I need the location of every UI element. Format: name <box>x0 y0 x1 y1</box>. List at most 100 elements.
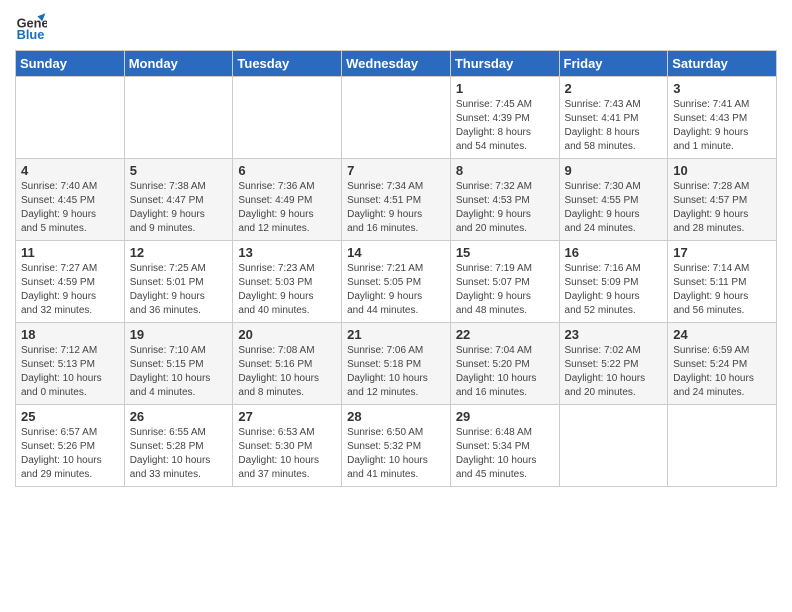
logo-icon: General Blue <box>15 10 47 42</box>
day-info: Sunrise: 7:16 AM Sunset: 5:09 PM Dayligh… <box>565 262 663 318</box>
header: General Blue <box>15 10 777 42</box>
day-cell: 23Sunrise: 7:02 AM Sunset: 5:22 PM Dayli… <box>559 323 668 405</box>
day-info: Sunrise: 7:43 AM Sunset: 4:41 PM Dayligh… <box>565 98 663 154</box>
day-info: Sunrise: 7:12 AM Sunset: 5:13 PM Dayligh… <box>21 344 119 400</box>
day-cell: 6 Sunrise: 7:36 AM Sunset: 4:49 PM Daylig… <box>233 159 342 241</box>
week-row-4: 18 Sunrise: 7:12 AM Sunset: 5:13 PM Dayli… <box>16 323 777 405</box>
day-cell: 5Sunrise: 7:38 AM Sunset: 4:47 PM Daylig… <box>124 159 233 241</box>
day-number: 24 <box>673 327 771 342</box>
day-cell: 10 Sunrise: 7:28 AM Sunset: 4:57 PM Dayli… <box>668 159 777 241</box>
day-number: 8 <box>456 163 554 178</box>
day-info: Sunrise: 7:36 AM Sunset: 4:49 PM Dayligh… <box>238 180 336 236</box>
day-cell <box>124 77 233 159</box>
week-row-5: 25 Sunrise: 6:57 AM Sunset: 5:26 PM Dayli… <box>16 405 777 487</box>
day-cell: 22 Sunrise: 7:04 AM Sunset: 5:20 PM Dayli… <box>450 323 559 405</box>
week-row-1: 1 Sunrise: 7:45 AM Sunset: 4:39 PM Daylig… <box>16 77 777 159</box>
day-info: Sunrise: 7:19 AM Sunset: 5:07 PM Dayligh… <box>456 262 554 318</box>
day-info: Sunrise: 7:08 AM Sunset: 5:16 PM Dayligh… <box>238 344 336 400</box>
day-number: 20 <box>238 327 336 342</box>
day-cell: 14Sunrise: 7:21 AM Sunset: 5:05 PM Dayli… <box>342 241 451 323</box>
day-info: Sunrise: 6:59 AM Sunset: 5:24 PM Dayligh… <box>673 344 771 400</box>
day-cell: 17 Sunrise: 7:14 AM Sunset: 5:11 PM Dayli… <box>668 241 777 323</box>
day-cell: 20 Sunrise: 7:08 AM Sunset: 5:16 PM Dayli… <box>233 323 342 405</box>
day-number: 2 <box>565 81 663 96</box>
header-row: SundayMondayTuesdayWednesdayThursdayFrid… <box>16 51 777 77</box>
day-number: 23 <box>565 327 663 342</box>
day-cell: 16 Sunrise: 7:16 AM Sunset: 5:09 PM Dayli… <box>559 241 668 323</box>
day-info: Sunrise: 7:30 AM Sunset: 4:55 PM Dayligh… <box>565 180 663 236</box>
day-number: 22 <box>456 327 554 342</box>
day-cell: 12 Sunrise: 7:25 AM Sunset: 5:01 PM Dayli… <box>124 241 233 323</box>
day-info: Sunrise: 6:55 AM Sunset: 5:28 PM Dayligh… <box>130 426 228 482</box>
day-info: Sunrise: 7:06 AM Sunset: 5:18 PM Dayligh… <box>347 344 445 400</box>
calendar-table: SundayMondayTuesdayWednesdayThursdayFrid… <box>15 50 777 487</box>
day-number: 26 <box>130 409 228 424</box>
svg-text:Blue: Blue <box>17 27 45 42</box>
day-number: 1 <box>456 81 554 96</box>
day-number: 27 <box>238 409 336 424</box>
day-number: 10 <box>673 163 771 178</box>
day-cell <box>233 77 342 159</box>
day-info: Sunrise: 7:34 AM Sunset: 4:51 PM Dayligh… <box>347 180 445 236</box>
day-info: Sunrise: 7:23 AM Sunset: 5:03 PM Dayligh… <box>238 262 336 318</box>
day-number: 15 <box>456 245 554 260</box>
week-row-2: 4Sunrise: 7:40 AM Sunset: 4:45 PM Daylig… <box>16 159 777 241</box>
col-header-friday: Friday <box>559 51 668 77</box>
day-number: 16 <box>565 245 663 260</box>
day-info: Sunrise: 6:53 AM Sunset: 5:30 PM Dayligh… <box>238 426 336 482</box>
col-header-saturday: Saturday <box>668 51 777 77</box>
day-info: Sunrise: 7:32 AM Sunset: 4:53 PM Dayligh… <box>456 180 554 236</box>
day-cell: 13 Sunrise: 7:23 AM Sunset: 5:03 PM Dayli… <box>233 241 342 323</box>
day-info: Sunrise: 6:48 AM Sunset: 5:34 PM Dayligh… <box>456 426 554 482</box>
day-number: 17 <box>673 245 771 260</box>
day-number: 7 <box>347 163 445 178</box>
day-cell: 2 Sunrise: 7:43 AM Sunset: 4:41 PM Daylig… <box>559 77 668 159</box>
day-info: Sunrise: 6:57 AM Sunset: 5:26 PM Dayligh… <box>21 426 119 482</box>
day-cell: 8 Sunrise: 7:32 AM Sunset: 4:53 PM Daylig… <box>450 159 559 241</box>
day-number: 4 <box>21 163 119 178</box>
day-cell: 1 Sunrise: 7:45 AM Sunset: 4:39 PM Daylig… <box>450 77 559 159</box>
day-number: 14 <box>347 245 445 260</box>
day-info: Sunrise: 7:27 AM Sunset: 4:59 PM Dayligh… <box>21 262 119 318</box>
day-info: Sunrise: 7:41 AM Sunset: 4:43 PM Dayligh… <box>673 98 771 154</box>
day-info: Sunrise: 7:25 AM Sunset: 5:01 PM Dayligh… <box>130 262 228 318</box>
day-number: 12 <box>130 245 228 260</box>
day-number: 3 <box>673 81 771 96</box>
day-number: 18 <box>21 327 119 342</box>
day-cell: 7 Sunrise: 7:34 AM Sunset: 4:51 PM Daylig… <box>342 159 451 241</box>
day-cell <box>342 77 451 159</box>
day-info: Sunrise: 6:50 AM Sunset: 5:32 PM Dayligh… <box>347 426 445 482</box>
day-cell <box>16 77 125 159</box>
col-header-tuesday: Tuesday <box>233 51 342 77</box>
day-cell <box>559 405 668 487</box>
day-cell: 28 Sunrise: 6:50 AM Sunset: 5:32 PM Dayli… <box>342 405 451 487</box>
col-header-monday: Monday <box>124 51 233 77</box>
day-cell: 25 Sunrise: 6:57 AM Sunset: 5:26 PM Dayli… <box>16 405 125 487</box>
day-number: 13 <box>238 245 336 260</box>
day-cell: 19 Sunrise: 7:10 AM Sunset: 5:15 PM Dayli… <box>124 323 233 405</box>
day-info: Sunrise: 7:10 AM Sunset: 5:15 PM Dayligh… <box>130 344 228 400</box>
day-cell: 26 Sunrise: 6:55 AM Sunset: 5:28 PM Dayli… <box>124 405 233 487</box>
col-header-thursday: Thursday <box>450 51 559 77</box>
day-info: Sunrise: 7:04 AM Sunset: 5:20 PM Dayligh… <box>456 344 554 400</box>
day-cell: 3 Sunrise: 7:41 AM Sunset: 4:43 PM Daylig… <box>668 77 777 159</box>
day-info: Sunrise: 7:45 AM Sunset: 4:39 PM Dayligh… <box>456 98 554 154</box>
day-number: 28 <box>347 409 445 424</box>
day-info: Sunrise: 7:14 AM Sunset: 5:11 PM Dayligh… <box>673 262 771 318</box>
day-number: 21 <box>347 327 445 342</box>
day-number: 25 <box>21 409 119 424</box>
day-number: 5 <box>130 163 228 178</box>
day-cell: 11 Sunrise: 7:27 AM Sunset: 4:59 PM Dayli… <box>16 241 125 323</box>
day-number: 9 <box>565 163 663 178</box>
week-row-3: 11 Sunrise: 7:27 AM Sunset: 4:59 PM Dayli… <box>16 241 777 323</box>
day-cell: 21 Sunrise: 7:06 AM Sunset: 5:18 PM Dayli… <box>342 323 451 405</box>
day-cell: 18 Sunrise: 7:12 AM Sunset: 5:13 PM Dayli… <box>16 323 125 405</box>
day-cell: 9 Sunrise: 7:30 AM Sunset: 4:55 PM Daylig… <box>559 159 668 241</box>
day-cell: 27 Sunrise: 6:53 AM Sunset: 5:30 PM Dayli… <box>233 405 342 487</box>
day-number: 19 <box>130 327 228 342</box>
day-number: 6 <box>238 163 336 178</box>
day-number: 29 <box>456 409 554 424</box>
day-info: Sunrise: 7:28 AM Sunset: 4:57 PM Dayligh… <box>673 180 771 236</box>
day-number: 11 <box>21 245 119 260</box>
col-header-wednesday: Wednesday <box>342 51 451 77</box>
